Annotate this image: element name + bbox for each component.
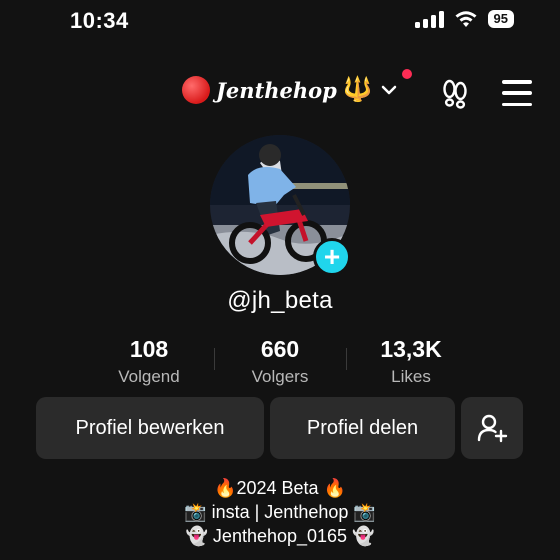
red-circle-icon	[182, 76, 210, 104]
stat-likes-label: Likes	[391, 367, 431, 386]
stat-likes-value: 13,3K	[380, 336, 442, 362]
add-avatar-button[interactable]: +	[313, 238, 351, 276]
battery-icon: 95	[487, 10, 514, 28]
bio: 🔥2024 Beta 🔥 📸 insta | Jenthehop 📸 👻 Jen…	[0, 476, 560, 548]
account-switcher[interactable]: Jenthehop 🔱	[182, 76, 399, 104]
add-person-icon	[477, 414, 508, 443]
notification-dot	[402, 69, 412, 79]
status-icons: 95	[414, 10, 514, 28]
bio-line: 📸 insta | Jenthehop 📸	[184, 502, 376, 522]
stat-following-label: Volgend	[118, 367, 180, 386]
status-time: 10:34	[70, 8, 129, 33]
stat-following[interactable]: 108 Volgend	[79, 336, 219, 387]
stat-followers-label: Volgers	[251, 367, 309, 386]
bio-line: 🔥2024 Beta 🔥	[214, 478, 346, 498]
header-title: Jenthehop	[216, 77, 337, 103]
signal-icon	[414, 10, 444, 28]
wifi-icon	[455, 11, 477, 27]
stat-followers[interactable]: 660 Volgers	[210, 336, 350, 387]
stat-following-value: 108	[129, 336, 169, 362]
stat-followers-value: 660	[260, 336, 300, 362]
share-profile-button[interactable]: Profiel delen	[270, 397, 455, 459]
chevron-down-icon	[381, 85, 396, 95]
bio-line: 👻 Jenthehop_0165 👻	[185, 526, 375, 546]
plus-icon: +	[323, 241, 341, 272]
stat-likes[interactable]: 13,3K Likes	[341, 336, 481, 387]
profile-handle: @jh_beta	[227, 287, 333, 314]
trident-icon: 🔱	[342, 76, 373, 103]
edit-profile-button[interactable]: Profiel bewerken	[36, 397, 264, 459]
footprints-icon[interactable]	[440, 79, 470, 109]
add-friend-button[interactable]	[461, 397, 523, 459]
menu-icon[interactable]	[502, 80, 532, 106]
